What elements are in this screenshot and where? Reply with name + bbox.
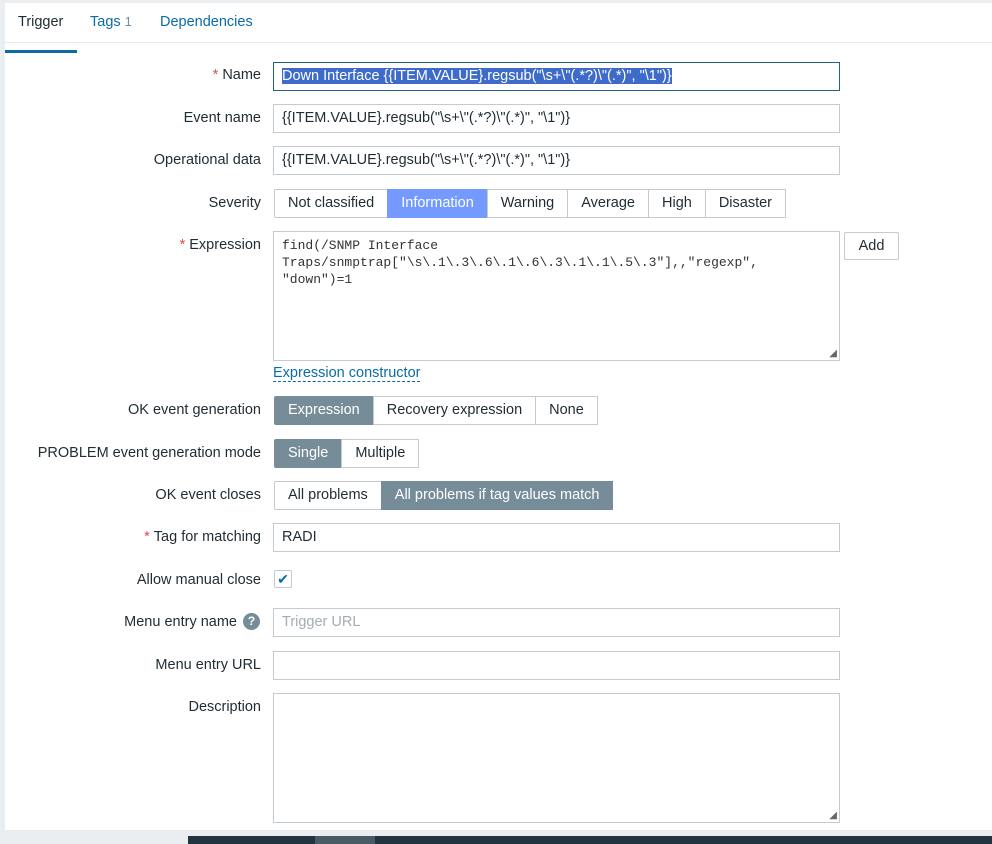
ok-gen-recovery-expression[interactable]: Recovery expression <box>372 396 537 425</box>
ok-closes-all-problems[interactable]: All problems <box>274 481 382 510</box>
severity-not-classified[interactable]: Not classified <box>274 189 389 218</box>
tab-label: Tags <box>90 14 121 30</box>
problem-mode-label: PROBLEM event generation mode <box>37 445 261 461</box>
menu-entry-name-label: Menu entry name <box>124 614 237 630</box>
description-textarea[interactable]: ◢ <box>273 693 840 823</box>
problem-mode-multiple[interactable]: Multiple <box>341 439 420 468</box>
severity-information[interactable]: Information <box>387 189 488 218</box>
horizontal-scrollbar[interactable] <box>188 836 992 844</box>
expression-textarea[interactable]: find(/SNMP Interface Traps/snmptrap["\s\… <box>273 231 840 361</box>
ok-event-closes-selector: All problems All problems if tag values … <box>274 481 614 510</box>
checkmark-icon: ✔ <box>277 571 289 587</box>
ok-event-closes-label: OK event closes <box>155 487 261 503</box>
tab-tags[interactable]: Tags 1 <box>90 14 132 30</box>
problem-mode-single[interactable]: Single <box>274 439 343 468</box>
scrollbar-thumb[interactable] <box>315 836 375 844</box>
tab-bar: Trigger Tags 1 Dependencies <box>5 3 992 53</box>
help-icon[interactable]: ? <box>243 613 260 630</box>
ok-gen-none[interactable]: None <box>535 396 598 425</box>
resize-handle-icon[interactable]: ◢ <box>829 810 837 821</box>
add-button[interactable]: Add <box>844 232 899 260</box>
event-name-label: Event name <box>183 110 261 126</box>
placeholder: Trigger URL <box>282 614 361 630</box>
expression-label: * Expression <box>179 237 261 253</box>
operational-data-label: Operational data <box>153 152 261 168</box>
tag-count-badge: 1 <box>124 14 132 29</box>
active-tab-indicator <box>5 50 77 53</box>
event-name-input[interactable]: {{ITEM.VALUE}.regsub("\s+\"(.*?)\"(.*)",… <box>273 104 840 133</box>
severity-average[interactable]: Average <box>567 189 649 218</box>
tag-for-matching-input[interactable]: RADI <box>273 523 840 552</box>
problem-mode-selector: Single Multiple <box>274 439 420 468</box>
tab-dependencies[interactable]: Dependencies <box>160 14 253 30</box>
ok-gen-expression[interactable]: Expression <box>274 396 374 425</box>
ok-closes-tag-match[interactable]: All problems if tag values match <box>380 481 614 510</box>
name-input[interactable]: Down Interface {{ITEM.VALUE}.regsub("\s+… <box>273 62 840 91</box>
operational-data-input[interactable]: {{ITEM.VALUE}.regsub("\s+\"(.*?)\"(.*)",… <box>273 146 840 175</box>
menu-entry-url-input[interactable] <box>273 651 840 680</box>
tab-label: Trigger <box>18 14 64 30</box>
ok-event-generation-label: OK event generation <box>127 402 261 418</box>
name-label: * Name <box>212 67 261 83</box>
tab-trigger[interactable]: Trigger <box>5 14 77 53</box>
expression-constructor-link[interactable]: Expression constructor <box>273 365 421 382</box>
severity-high[interactable]: High <box>648 189 706 218</box>
menu-entry-url-label: Menu entry URL <box>155 657 261 673</box>
severity-selector: Not classified Information Warning Avera… <box>274 189 787 218</box>
ok-event-generation-selector: Expression Recovery expression None <box>274 396 598 425</box>
name-value: Down Interface {{ITEM.VALUE}.regsub("\s+… <box>282 68 672 84</box>
description-label: Description <box>188 699 261 715</box>
tab-label: Dependencies <box>160 14 253 30</box>
expression-value: find(/SNMP Interface Traps/snmptrap["\s\… <box>282 238 758 287</box>
resize-handle-icon[interactable]: ◢ <box>829 348 837 359</box>
severity-disaster[interactable]: Disaster <box>704 189 787 218</box>
severity-warning[interactable]: Warning <box>486 189 569 218</box>
tag-for-matching-label: * Tag for matching <box>144 529 261 545</box>
severity-label: Severity <box>208 195 261 211</box>
allow-manual-close-checkbox[interactable]: ✔ <box>274 570 292 588</box>
allow-manual-close-label: Allow manual close <box>136 572 261 588</box>
menu-entry-name-input[interactable]: Trigger URL <box>273 608 840 637</box>
